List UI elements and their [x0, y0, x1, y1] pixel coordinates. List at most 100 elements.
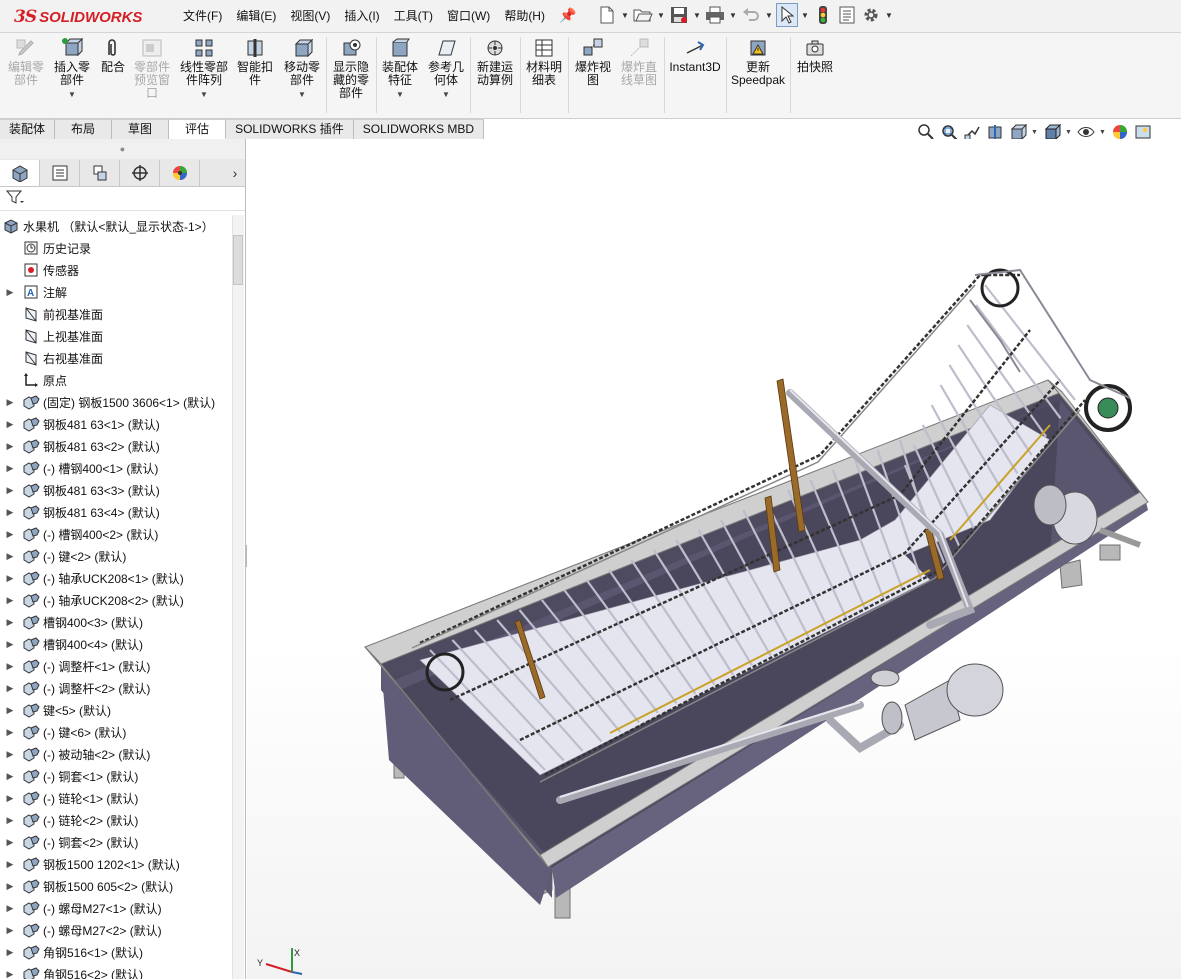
open-dropdown-icon[interactable]: ▼: [656, 3, 666, 27]
tree-node[interactable]: ▶ 槽钢400<4> (默认): [0, 633, 232, 655]
expand-arrow-icon[interactable]: ▶: [4, 771, 16, 782]
tab-evaluate[interactable]: 评估: [169, 119, 227, 139]
expand-arrow-icon[interactable]: ▶: [4, 683, 16, 694]
expand-arrow-icon[interactable]: ▶: [4, 485, 16, 496]
new-document-icon[interactable]: [596, 3, 618, 27]
expand-arrow-icon[interactable]: ▶: [4, 573, 16, 584]
print-icon[interactable]: [704, 3, 726, 27]
tree-node[interactable]: ▶ (-) 槽钢400<2> (默认): [0, 523, 232, 545]
tree-node[interactable]: ▶ (-) 螺母M27<2> (默认): [0, 919, 232, 941]
tree-node[interactable]: ▶ (固定) 钢板1500 3606<1> (默认): [0, 391, 232, 413]
tree-node[interactable]: 原点: [0, 369, 232, 391]
new-dropdown-icon[interactable]: ▼: [620, 3, 630, 27]
undo-dropdown-icon[interactable]: ▼: [764, 3, 774, 27]
expand-arrow-icon[interactable]: ▶: [4, 837, 16, 848]
tree-filter[interactable]: [0, 187, 245, 211]
solidworks-logo[interactable]: 3S SOLIDWORKS: [14, 6, 142, 28]
expand-arrow-icon[interactable]: ▶: [4, 815, 16, 826]
menu-insert[interactable]: 插入(I): [337, 8, 386, 24]
display-style-dropdown-icon[interactable]: ▼: [1065, 129, 1073, 136]
component-preview-button[interactable]: 零部件预览窗口: [132, 37, 172, 100]
select-arrow-icon[interactable]: [776, 3, 798, 27]
tree-node[interactable]: ▶ 角钢516<2> (默认): [0, 963, 232, 979]
take-snapshot-button[interactable]: 拍快照: [794, 37, 836, 74]
bill-of-materials-button[interactable]: 材料明细表: [524, 37, 564, 87]
chevron-right-icon[interactable]: ›: [225, 165, 245, 181]
tree-node[interactable]: ▶ (-) 调整杆<1> (默认): [0, 655, 232, 677]
expand-arrow-icon[interactable]: ▶: [4, 881, 16, 892]
view-orientation-dropdown-icon[interactable]: ▼: [1031, 129, 1039, 136]
expand-arrow-icon[interactable]: ▶: [4, 287, 16, 298]
expand-arrow-icon[interactable]: ▶: [4, 639, 16, 650]
panel-resize-handle[interactable]: ●: [0, 139, 245, 159]
tab-sketch[interactable]: 草图: [112, 119, 170, 139]
expand-arrow-icon[interactable]: ▶: [4, 419, 16, 430]
tree-root-assembly[interactable]: 水果机 （默认<默认_显示状态-1>）: [0, 215, 232, 237]
tree-node[interactable]: ▶ 键<5> (默认): [0, 699, 232, 721]
tree-node[interactable]: ▶ (-) 调整杆<2> (默认): [0, 677, 232, 699]
tree-node[interactable]: ▶ (-) 键<2> (默认): [0, 545, 232, 567]
propertymanager-tab[interactable]: [40, 159, 80, 186]
tree-node[interactable]: ▶ 钢板481 63<4> (默认): [0, 501, 232, 523]
tree-node[interactable]: ▶ (-) 铜套<1> (默认): [0, 765, 232, 787]
menu-help[interactable]: 帮助(H): [497, 8, 552, 24]
tree-node[interactable]: ▶ (-) 轴承UCK208<2> (默认): [0, 589, 232, 611]
tree-node[interactable]: ▶ (-) 被动轴<2> (默认): [0, 743, 232, 765]
linear-pattern-button[interactable]: 线性零部件阵列 ▼: [178, 37, 230, 101]
menu-file[interactable]: 文件(F): [176, 8, 229, 24]
expand-arrow-icon[interactable]: ▶: [4, 925, 16, 936]
assembly-features-dropdown-icon[interactable]: ▼: [396, 88, 404, 101]
dimxpert-tab[interactable]: [120, 159, 160, 186]
tree-node[interactable]: 右视基准面: [0, 347, 232, 369]
tree-scrollbar[interactable]: [232, 215, 244, 979]
tree-node[interactable]: ▶ (-) 螺母M27<1> (默认): [0, 897, 232, 919]
tree-node[interactable]: ▶ (-) 轴承UCK208<1> (默认): [0, 567, 232, 589]
assembly-model-render[interactable]: [247, 139, 1181, 979]
open-icon[interactable]: [632, 3, 654, 27]
tree-node[interactable]: 历史记录: [0, 237, 232, 259]
expand-arrow-icon[interactable]: ▶: [4, 903, 16, 914]
expand-arrow-icon[interactable]: ▶: [4, 947, 16, 958]
linear-pattern-dropdown-icon[interactable]: ▼: [200, 88, 208, 101]
tree-node[interactable]: ▶ 角钢516<1> (默认): [0, 941, 232, 963]
assembly-features-button[interactable]: 装配体特征 ▼: [380, 37, 420, 101]
expand-arrow-icon[interactable]: ▶: [4, 551, 16, 562]
expand-arrow-icon[interactable]: ▶: [4, 529, 16, 540]
insert-components-dropdown-icon[interactable]: ▼: [68, 88, 76, 101]
expand-arrow-icon[interactable]: ▶: [4, 749, 16, 760]
select-dropdown-icon[interactable]: ▼: [800, 3, 810, 27]
expand-arrow-icon[interactable]: ▶: [4, 463, 16, 474]
explode-line-sketch-button[interactable]: 爆炸直线草图: [618, 37, 660, 87]
exploded-view-button[interactable]: 爆炸视图: [572, 37, 614, 87]
tree-node[interactable]: ▶ (-) 铜套<2> (默认): [0, 831, 232, 853]
edit-component-button[interactable]: 编辑零部件: [6, 37, 46, 87]
tree-node[interactable]: ▶ (-) 键<6> (默认): [0, 721, 232, 743]
tree-node[interactable]: 上视基准面: [0, 325, 232, 347]
configurationmanager-tab[interactable]: [80, 159, 120, 186]
save-dropdown-icon[interactable]: ▼: [692, 3, 702, 27]
rebuild-traffic-light-icon[interactable]: [812, 3, 834, 27]
tab-solidworks-mbd[interactable]: SOLIDWORKS MBD: [353, 119, 485, 139]
displaymanager-tab[interactable]: [160, 159, 200, 186]
tree-node[interactable]: 传感器: [0, 259, 232, 281]
instant3d-button[interactable]: Instant3D: [668, 37, 722, 74]
tree-node[interactable]: ▶ 槽钢400<3> (默认): [0, 611, 232, 633]
expand-arrow-icon[interactable]: ▶: [4, 661, 16, 672]
insert-components-button[interactable]: 插入零部件 ▼: [52, 37, 92, 101]
menu-tools[interactable]: 工具(T): [387, 8, 440, 24]
featuremanager-tab[interactable]: [0, 159, 40, 186]
save-icon[interactable]: [668, 3, 690, 27]
expand-arrow-icon[interactable]: ▶: [4, 397, 16, 408]
tree-node[interactable]: ▶ A 注解: [0, 281, 232, 303]
expand-arrow-icon[interactable]: ▶: [4, 595, 16, 606]
menu-window[interactable]: 窗口(W): [440, 8, 497, 24]
move-component-button[interactable]: 移动零部件 ▼: [282, 37, 322, 101]
move-component-dropdown-icon[interactable]: ▼: [298, 88, 306, 101]
menu-view[interactable]: 视图(V): [283, 8, 337, 24]
expand-arrow-icon[interactable]: ▶: [4, 727, 16, 738]
undo-icon[interactable]: [740, 3, 762, 27]
expand-arrow-icon[interactable]: ▶: [4, 793, 16, 804]
filter-funnel-icon[interactable]: [5, 189, 24, 208]
tree-node[interactable]: 前视基准面: [0, 303, 232, 325]
tab-assembly[interactable]: 装配体: [0, 119, 56, 139]
